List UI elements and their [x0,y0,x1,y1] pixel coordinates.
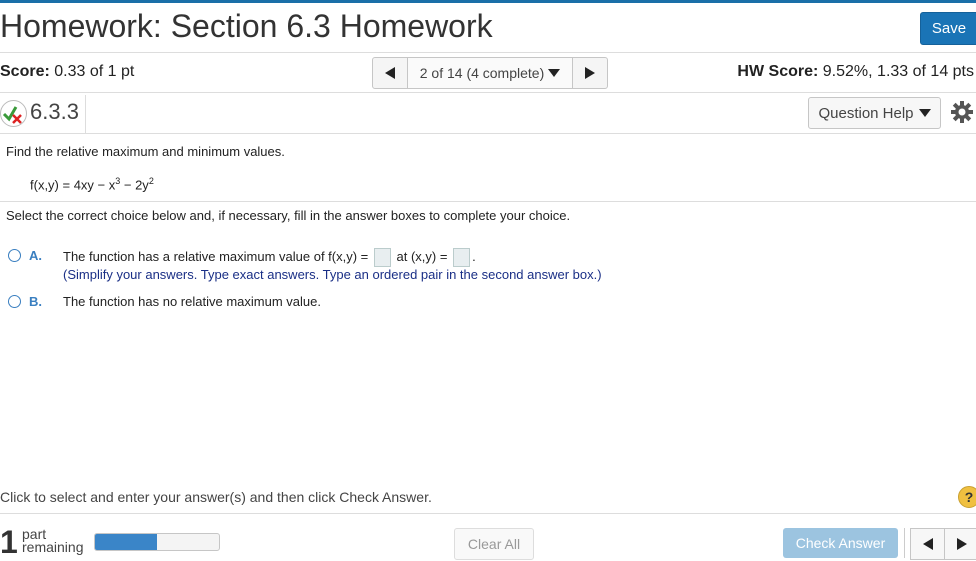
next-question-button[interactable] [573,58,607,88]
choice-b-text: The function has no relative maximum val… [63,294,321,309]
partial-credit-icon [0,100,27,127]
divider [0,513,976,514]
gear-icon[interactable] [950,100,974,124]
help-icon[interactable]: ? [958,486,976,508]
triangle-right-icon [957,538,967,550]
caret-down-icon [548,69,561,77]
choice-a-note: (Simplify your answers. Type exact answe… [63,267,602,282]
choice-a-text: at (x,y) = [396,248,448,264]
choice-a-label: A. [29,248,42,263]
save-button[interactable]: Save [920,12,976,45]
page-title: Homework: Section 6.3 Homework [0,8,493,44]
choice-a-text: . [472,248,476,264]
choice-a[interactable]: A. The function has a relative maximum v… [8,248,602,282]
hw-score-value: 9.52%, 1.33 of 14 pts [822,63,974,80]
progress-bar [94,533,220,551]
question-help-button[interactable]: Question Help [808,97,941,129]
question-position: 2 of 14 (4 complete) [419,65,545,81]
clear-all-button[interactable]: Clear All [454,528,534,560]
question-help-label: Question Help [818,104,914,122]
divider [0,201,976,202]
check-answer-button[interactable]: Check Answer [783,528,898,558]
function-exponent: 2 [148,176,154,186]
next-button[interactable] [944,528,976,560]
score-value: 0.33 of 1 pt [54,63,135,80]
point-input[interactable] [453,248,471,267]
divider [904,528,905,558]
choice-b-label: B. [29,294,42,309]
divider [0,133,976,134]
question-select-dropdown[interactable]: 2 of 14 (4 complete) [407,58,573,88]
previous-question-button[interactable] [373,58,407,88]
caret-down-icon [918,109,931,117]
hw-score-label: HW Score: [737,63,819,80]
instruction-text: Select the correct choice below and, if … [6,208,571,223]
function-text: f(x,y) = 4xy − x [30,177,116,193]
hw-score: HW Score: 9.52%, 1.33 of 14 pts [737,63,974,81]
score-label: Score: [0,63,50,80]
parts-remaining-number: 1 [0,524,18,560]
choice-b-radio[interactable] [8,295,21,308]
triangle-left-icon [923,538,933,550]
score: Score: 0.33 of 1 pt [0,63,134,81]
choice-a-radio[interactable] [8,249,21,262]
choice-b[interactable]: B. The function has no relative maximum … [8,294,321,309]
divider [0,92,976,93]
choice-a-body: The function has a relative maximum valu… [63,248,602,282]
previous-button[interactable] [910,528,946,560]
parts-remaining-label: part remaining [22,527,84,555]
choice-a-text: The function has a relative maximum valu… [63,248,369,264]
parts-label-line: remaining [22,539,84,555]
progress-fill [95,534,157,550]
function-expression: f(x,y) = 4xy − x3 − 2y2 [30,176,154,192]
question-id: 6.3.3 [30,99,79,124]
function-text: − 2y [120,177,149,193]
triangle-right-icon [585,67,595,79]
question-navigator: 2 of 14 (4 complete) [372,57,608,89]
triangle-left-icon [385,67,395,79]
divider [85,95,86,133]
divider [0,52,976,53]
max-value-input[interactable] [373,248,391,267]
footer-hint: Click to select and enter your answer(s)… [0,489,432,505]
question-prompt: Find the relative maximum and minimum va… [6,144,285,159]
top-accent-bar [0,0,976,3]
